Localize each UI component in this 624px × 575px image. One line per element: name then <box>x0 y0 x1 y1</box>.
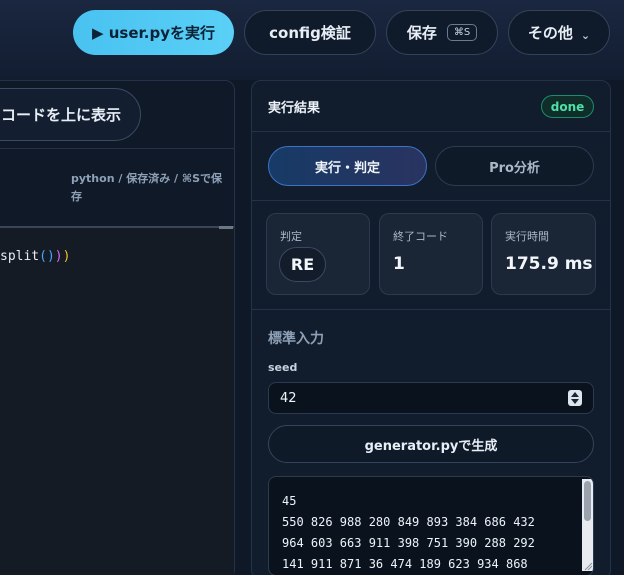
stat-value: 1 <box>393 254 405 274</box>
code-editor[interactable] <box>0 226 234 575</box>
stdin-lines: 45 550 826 988 280 849 893 384 686 432 964… <box>282 491 535 575</box>
resize-grip-icon[interactable] <box>582 559 593 571</box>
tab-run-judge[interactable]: 実行・判定 <box>268 146 427 186</box>
editor-top-border <box>0 226 234 228</box>
results-header-divider <box>252 131 610 132</box>
code-token-fn: split <box>0 249 40 264</box>
run-user-py-button[interactable]: ▶ user.pyを実行 <box>73 10 234 55</box>
verdict-pill: RE <box>279 247 326 282</box>
stat-label: 終了コード <box>393 230 448 243</box>
stats-divider <box>252 309 610 310</box>
stat-card-exit-code: 終了コード 1 <box>379 213 483 295</box>
stepper-down-icon[interactable] <box>571 399 579 404</box>
tab-label: Pro分析 <box>489 160 540 176</box>
show-code-above-button[interactable]: コードを上に表示 <box>0 88 141 141</box>
seed-label: seed <box>268 361 298 374</box>
code-token-paren: ( <box>39 249 47 264</box>
results-title: 実行結果 <box>268 101 321 116</box>
stepper-up-icon[interactable] <box>571 392 579 397</box>
stdin-section-title: 標準入力 <box>268 331 324 347</box>
status-badge: done <box>541 95 594 118</box>
stdin-textarea[interactable]: 45 550 826 988 280 849 893 384 686 432 964… <box>268 476 594 575</box>
save-shortcut-badge: ⌘S <box>446 24 478 41</box>
code-token-paren: ) <box>46 249 55 264</box>
editor-divider <box>0 148 234 149</box>
stdin-line: 964 603 663 911 398 751 390 288 292 <box>282 536 535 550</box>
save-button-label: 保存 <box>406 24 437 42</box>
stat-value: 175.9 ms <box>505 254 593 274</box>
stat-label: 実行時間 <box>505 230 549 243</box>
show-code-label: コードを上に表示 <box>0 106 121 124</box>
stat-card-exec-time: 実行時間 175.9 ms <box>491 213 596 295</box>
seed-value: 42 <box>280 390 297 406</box>
stdin-scrollbar-thumb[interactable] <box>584 481 591 521</box>
tab-pro-analysis[interactable]: Pro分析 <box>435 146 594 186</box>
tab-label: 実行・判定 <box>314 160 380 176</box>
editor-file-meta: python / 保存済み / ⌘Sで保存 <box>71 172 223 203</box>
app-root: ▶ user.pyを実行 config検証 保存 ⌘S その他 ⌄ コードを上に… <box>0 0 624 575</box>
stdin-line: 45 <box>282 494 297 508</box>
more-button-label: その他 <box>527 24 573 42</box>
config-validate-button[interactable]: config検証 <box>244 10 376 55</box>
seed-stepper[interactable] <box>568 390 582 406</box>
stdin-line: 550 826 988 280 849 893 384 686 432 <box>282 515 535 529</box>
config-button-label: config検証 <box>269 24 351 42</box>
stat-card-verdict: 判定 RE <box>266 213 370 295</box>
save-button[interactable]: 保存 ⌘S <box>386 10 498 55</box>
more-menu-button[interactable]: その他 ⌄ <box>508 10 610 55</box>
seed-input[interactable]: 42 <box>268 382 594 414</box>
code-line: split())) <box>0 249 70 264</box>
run-button-label: ▶ user.pyを実行 <box>91 24 215 42</box>
code-token-paren: ) <box>62 249 71 264</box>
editor-scrollbar[interactable] <box>219 226 233 229</box>
stat-label: 判定 <box>280 230 302 243</box>
tabs-divider <box>252 200 610 201</box>
chevron-down-icon: ⌄ <box>580 29 591 42</box>
generate-button[interactable]: generator.pyで生成 <box>268 425 594 463</box>
code-token-paren: ) <box>54 249 63 264</box>
top-toolbar: ▶ user.pyを実行 config検証 保存 ⌘S その他 ⌄ <box>0 0 624 80</box>
stdin-line: 141 911 871 36 474 189 623 934 868 <box>282 557 528 571</box>
generate-button-label: generator.pyで生成 <box>364 438 498 454</box>
